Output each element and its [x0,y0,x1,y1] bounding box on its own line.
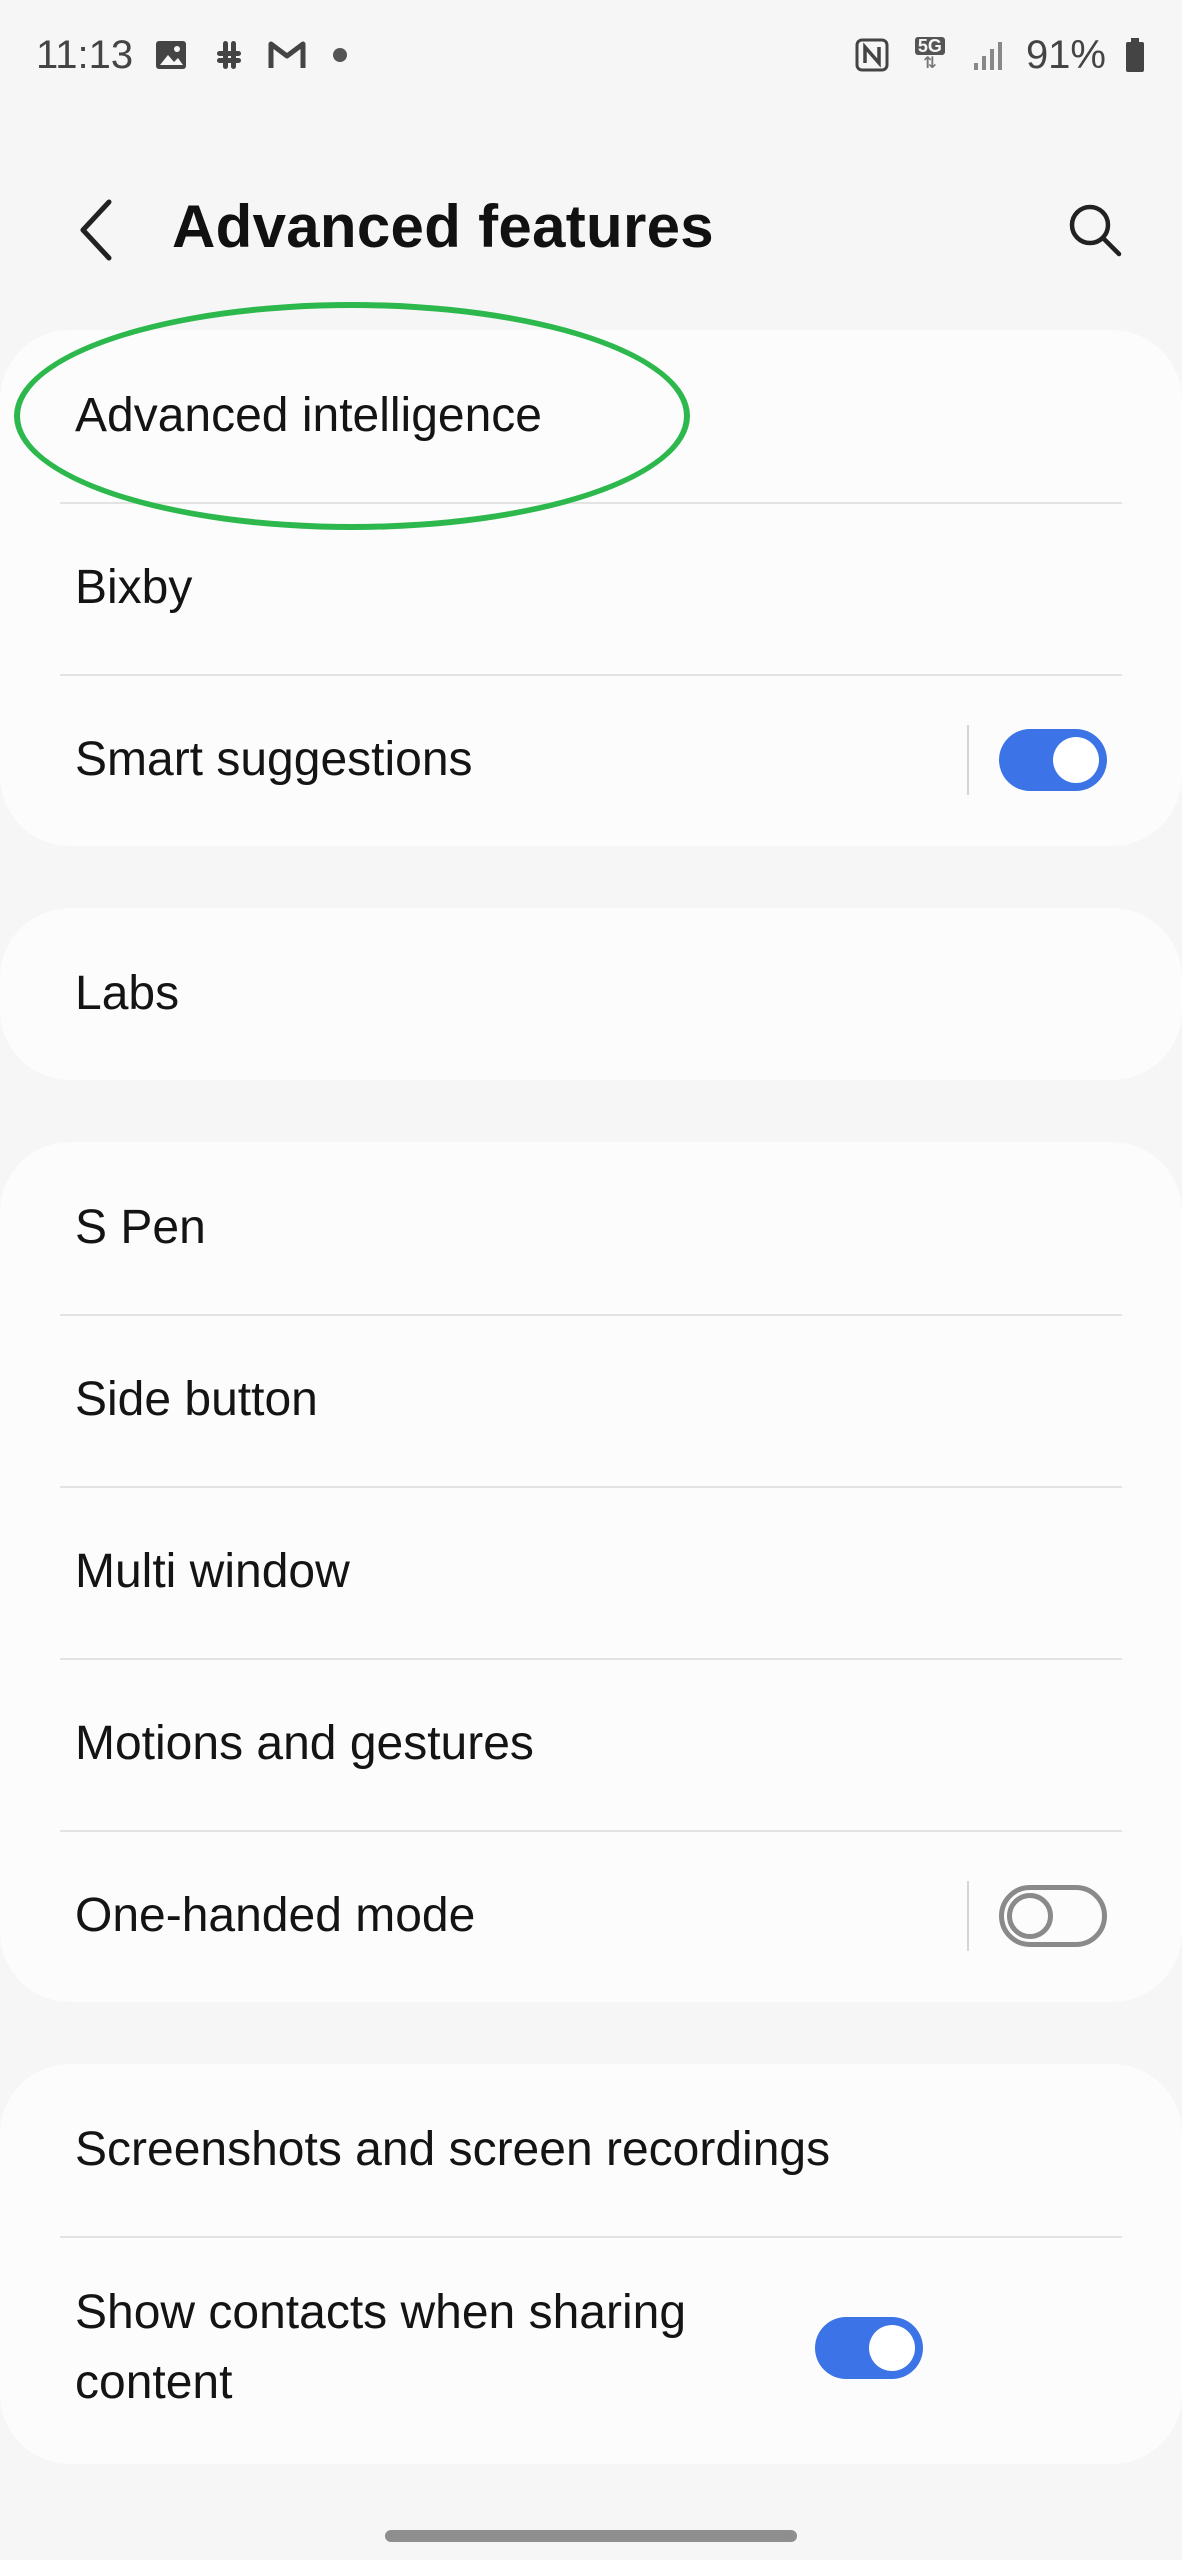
search-icon [1069,204,1122,257]
back-button[interactable] [60,195,130,265]
row-label: S Pen [75,1201,206,1254]
status-right: 5G ⇅ 91% [852,33,1146,78]
status-time: 11:13 [36,32,134,77]
divider [60,1486,1122,1488]
row-label: Advanced intelligence [75,389,542,442]
nfc-icon [852,35,892,75]
row-bixby[interactable]: Bixby [0,502,1182,674]
divider [60,2236,1122,2238]
divider [60,1658,1122,1660]
divider [60,1314,1122,1316]
vertical-separator [967,725,969,795]
show-contacts-toggle[interactable] [815,2317,923,2379]
smart-suggestions-toggle[interactable] [999,729,1107,791]
row-label: Motions and gestures [75,1717,534,1770]
notification-dot [333,48,348,62]
settings-group-intelligence: Advanced intelligence Bixby Smart sugges… [0,330,1182,846]
gallery-icon [151,35,191,75]
row-s-pen[interactable]: S Pen [0,1142,1182,1314]
one-handed-mode-toggle[interactable] [999,1885,1107,1947]
divider [60,502,1122,504]
network-type: 5G [914,37,945,55]
row-smart-suggestions[interactable]: Smart suggestions [0,674,1182,846]
row-label: Bixby [75,561,193,614]
status-bar: 11:13 5G ⇅ 91% [0,0,1182,110]
row-one-handed-mode[interactable]: One-handed mode [0,1830,1182,2002]
back-arrow-icon [80,199,112,261]
row-label: Labs [75,967,180,1020]
5g-icon: 5G ⇅ [910,35,950,75]
battery-percent: 91% [1025,32,1106,77]
status-left: 11:13 [36,32,348,78]
settings-group-sharing: Screenshots and screen recordings Show c… [0,2064,1182,2464]
settings-group-labs: Labs [0,908,1182,1080]
row-label: Show contacts when sharing content [75,2286,687,2409]
toggle-knob [1053,737,1099,783]
app-bar: Advanced features [0,160,1182,300]
divider [60,674,1122,676]
signal-icon [968,35,1008,75]
row-labs[interactable]: Labs [0,908,1182,1080]
row-screenshots-recordings[interactable]: Screenshots and screen recordings [0,2064,1182,2236]
row-multi-window[interactable]: Multi window [0,1486,1182,1658]
row-label: Side button [75,1373,318,1426]
gmail-icon [267,35,307,75]
row-label: Smart suggestions [75,733,473,786]
row-side-button[interactable]: Side button [0,1314,1182,1486]
page-title: Advanced features [172,193,714,260]
search-button[interactable] [1060,195,1130,265]
vertical-separator [967,1881,969,1951]
settings-group-device: S Pen Side button Multi window Motions a… [0,1142,1182,2002]
gesture-nav-handle[interactable] [385,2530,797,2542]
row-label: Multi window [75,1545,350,1598]
toggle-knob [869,2325,915,2371]
row-label: Screenshots and screen recordings [75,2123,831,2176]
row-advanced-intelligence[interactable]: Advanced intelligence [0,330,1182,502]
slack-icon [209,35,249,75]
row-label: One-handed mode [75,1889,476,1942]
toggle-knob [1007,1893,1053,1939]
row-motions-gestures[interactable]: Motions and gestures [0,1658,1182,1830]
row-show-contacts[interactable]: Show contacts when sharing content [0,2236,1182,2460]
battery-icon [1124,35,1146,75]
divider [60,1830,1122,1832]
